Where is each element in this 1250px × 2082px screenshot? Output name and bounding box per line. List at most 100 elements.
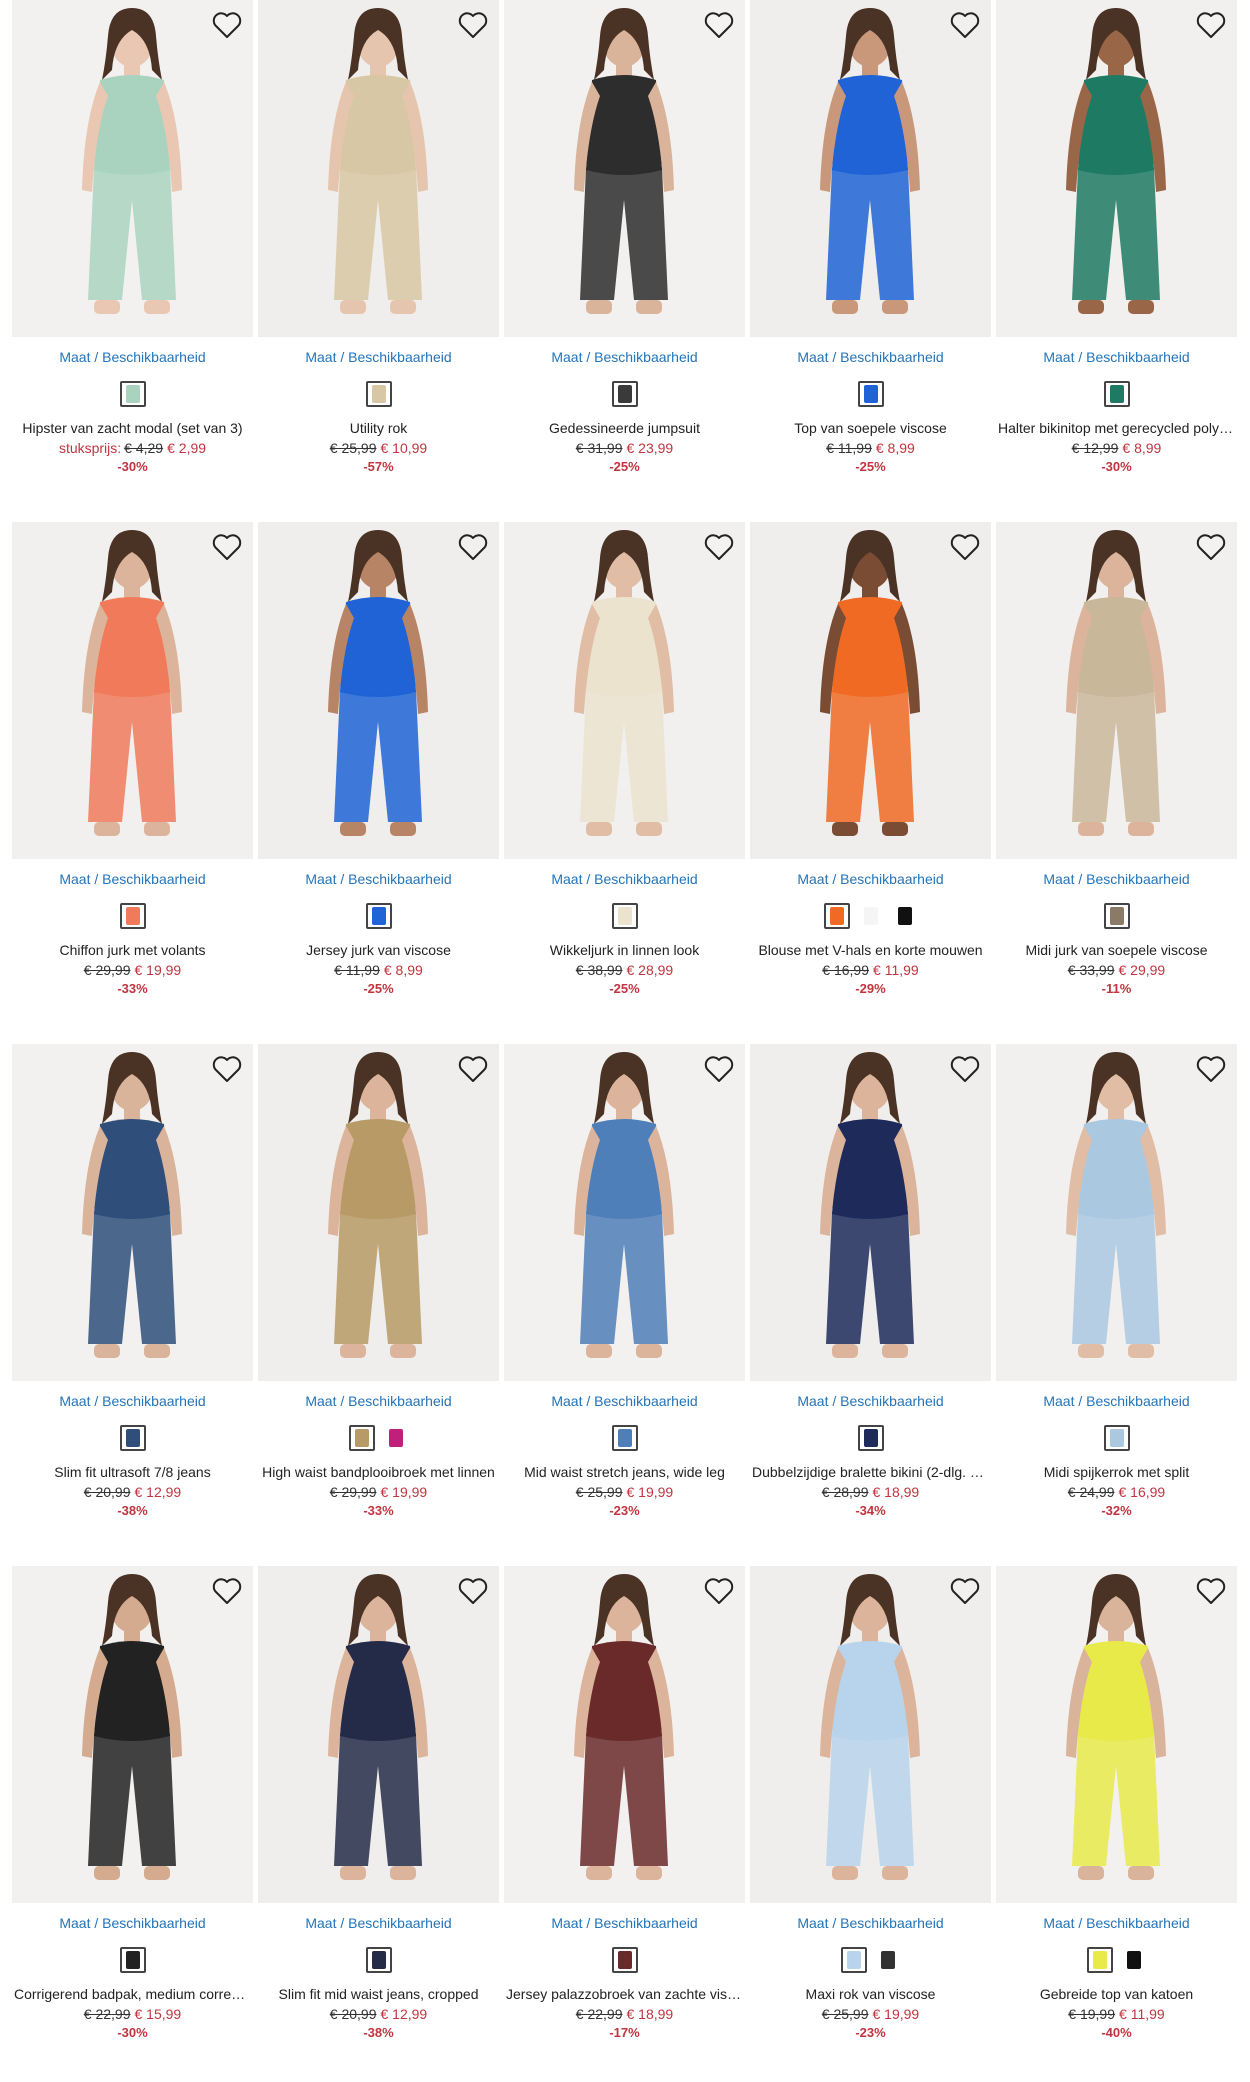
product-card[interactable]: Maat / Beschikbaarheid Corrigerend badpa… [12,1566,253,2058]
color-swatch[interactable] [611,381,638,407]
product-name[interactable]: Midi jurk van soepele viscose [996,941,1237,959]
product-image[interactable] [504,0,745,337]
color-swatch[interactable] [365,903,392,929]
product-name[interactable]: Halter bikinitop met gerecycled polyamid… [996,419,1237,437]
color-swatch[interactable] [382,1425,409,1451]
size-availability-link[interactable]: Maat / Beschikbaarheid [12,1915,253,1931]
product-name[interactable]: Utility rok [258,419,499,437]
color-swatch[interactable] [874,1947,901,1973]
product-image[interactable] [12,522,253,859]
product-card[interactable]: Maat / Beschikbaarheid Midi spijkerrok m… [996,1044,1237,1536]
size-availability-link[interactable]: Maat / Beschikbaarheid [996,349,1237,365]
wishlist-heart-icon[interactable] [457,532,489,562]
product-card[interactable]: Maat / Beschikbaarheid Slim fit ultrasof… [12,1044,253,1536]
color-swatch[interactable] [611,903,638,929]
product-card[interactable]: Maat / Beschikbaarheid Halter bikinitop … [996,0,1237,492]
product-name[interactable]: Corrigerend badpak, medium correctie [12,1985,253,2003]
color-swatch[interactable] [840,1947,867,1973]
product-image[interactable] [750,522,991,859]
product-image[interactable] [750,0,991,337]
color-swatch[interactable] [611,1425,638,1451]
wishlist-heart-icon[interactable] [211,10,243,40]
product-image[interactable] [12,1566,253,1903]
product-card[interactable]: Maat / Beschikbaarheid Jersey jurk van v… [258,522,499,1014]
product-image[interactable] [996,1044,1237,1381]
product-card[interactable]: Maat / Beschikbaarheid Top van soepele v… [750,0,991,492]
product-card[interactable]: Maat / Beschikbaarheid Wikkeljurk in lin… [504,522,745,1014]
product-name[interactable]: Maxi rok van viscose [750,1985,991,2003]
product-card[interactable]: Maat / Beschikbaarheid Slim fit mid wais… [258,1566,499,2058]
size-availability-link[interactable]: Maat / Beschikbaarheid [12,871,253,887]
wishlist-heart-icon[interactable] [1195,10,1227,40]
product-card[interactable]: Maat / Beschikbaarheid Mid waist stretch… [504,1044,745,1536]
color-swatch[interactable] [857,381,884,407]
product-image[interactable] [750,1566,991,1903]
size-availability-link[interactable]: Maat / Beschikbaarheid [12,1393,253,1409]
size-availability-link[interactable]: Maat / Beschikbaarheid [504,349,745,365]
size-availability-link[interactable]: Maat / Beschikbaarheid [996,1915,1237,1931]
product-image[interactable] [258,1566,499,1903]
wishlist-heart-icon[interactable] [457,1054,489,1084]
product-name[interactable]: Jersey palazzobroek van zachte viscose [504,1985,745,2003]
color-swatch[interactable] [857,1425,884,1451]
product-name[interactable]: Midi spijkerrok met split [996,1463,1237,1481]
size-availability-link[interactable]: Maat / Beschikbaarheid [750,1393,991,1409]
product-name[interactable]: Blouse met V-hals en korte mouwen [750,941,991,959]
wishlist-heart-icon[interactable] [1195,1576,1227,1606]
size-availability-link[interactable]: Maat / Beschikbaarheid [258,871,499,887]
size-availability-link[interactable]: Maat / Beschikbaarheid [12,349,253,365]
color-swatch[interactable] [365,1947,392,1973]
product-card[interactable]: Maat / Beschikbaarheid Blouse met V-hals… [750,522,991,1014]
wishlist-heart-icon[interactable] [211,1576,243,1606]
wishlist-heart-icon[interactable] [211,1054,243,1084]
wishlist-heart-icon[interactable] [703,1054,735,1084]
product-image[interactable] [258,0,499,337]
color-swatch[interactable] [1120,1947,1147,1973]
color-swatch[interactable] [1103,1425,1130,1451]
product-image[interactable] [12,0,253,337]
product-card[interactable]: Maat / Beschikbaarheid Midi jurk van soe… [996,522,1237,1014]
color-swatch[interactable] [119,1425,146,1451]
size-availability-link[interactable]: Maat / Beschikbaarheid [504,1393,745,1409]
color-swatch[interactable] [891,903,918,929]
color-swatch[interactable] [857,903,884,929]
color-swatch[interactable] [1086,1947,1113,1973]
size-availability-link[interactable]: Maat / Beschikbaarheid [258,1393,499,1409]
wishlist-heart-icon[interactable] [1195,1054,1227,1084]
wishlist-heart-icon[interactable] [457,1576,489,1606]
product-card[interactable]: Maat / Beschikbaarheid Hipster van zacht… [12,0,253,492]
size-availability-link[interactable]: Maat / Beschikbaarheid [750,871,991,887]
color-swatch[interactable] [119,381,146,407]
product-card[interactable]: Maat / Beschikbaarheid High waist bandpl… [258,1044,499,1536]
color-swatch[interactable] [348,1425,375,1451]
product-image[interactable] [504,522,745,859]
product-image[interactable] [996,522,1237,859]
product-image[interactable] [996,0,1237,337]
product-card[interactable]: Maat / Beschikbaarheid Jersey palazzobro… [504,1566,745,2058]
wishlist-heart-icon[interactable] [211,532,243,562]
product-card[interactable]: Maat / Beschikbaarheid Gebreide top van … [996,1566,1237,2058]
product-name[interactable]: Gedessineerde jumpsuit [504,419,745,437]
product-name[interactable]: Slim fit ultrasoft 7/8 jeans [12,1463,253,1481]
size-availability-link[interactable]: Maat / Beschikbaarheid [750,1915,991,1931]
wishlist-heart-icon[interactable] [703,1576,735,1606]
product-image[interactable] [750,1044,991,1381]
wishlist-heart-icon[interactable] [457,10,489,40]
product-name[interactable]: Wikkeljurk in linnen look [504,941,745,959]
product-card[interactable]: Maat / Beschikbaarheid Chiffon jurk met … [12,522,253,1014]
wishlist-heart-icon[interactable] [949,1054,981,1084]
product-image[interactable] [12,1044,253,1381]
wishlist-heart-icon[interactable] [949,10,981,40]
product-image[interactable] [258,522,499,859]
product-name[interactable]: Top van soepele viscose [750,419,991,437]
wishlist-heart-icon[interactable] [703,10,735,40]
product-card[interactable]: Maat / Beschikbaarheid Gedessineerde jum… [504,0,745,492]
color-swatch[interactable] [365,381,392,407]
color-swatch[interactable] [1103,903,1130,929]
size-availability-link[interactable]: Maat / Beschikbaarheid [996,871,1237,887]
color-swatch[interactable] [119,1947,146,1973]
product-name[interactable]: Hipster van zacht modal (set van 3) [12,419,253,437]
color-swatch[interactable] [823,903,850,929]
product-name[interactable]: High waist bandplooibroek met linnen [258,1463,499,1481]
product-name[interactable]: Jersey jurk van viscose [258,941,499,959]
